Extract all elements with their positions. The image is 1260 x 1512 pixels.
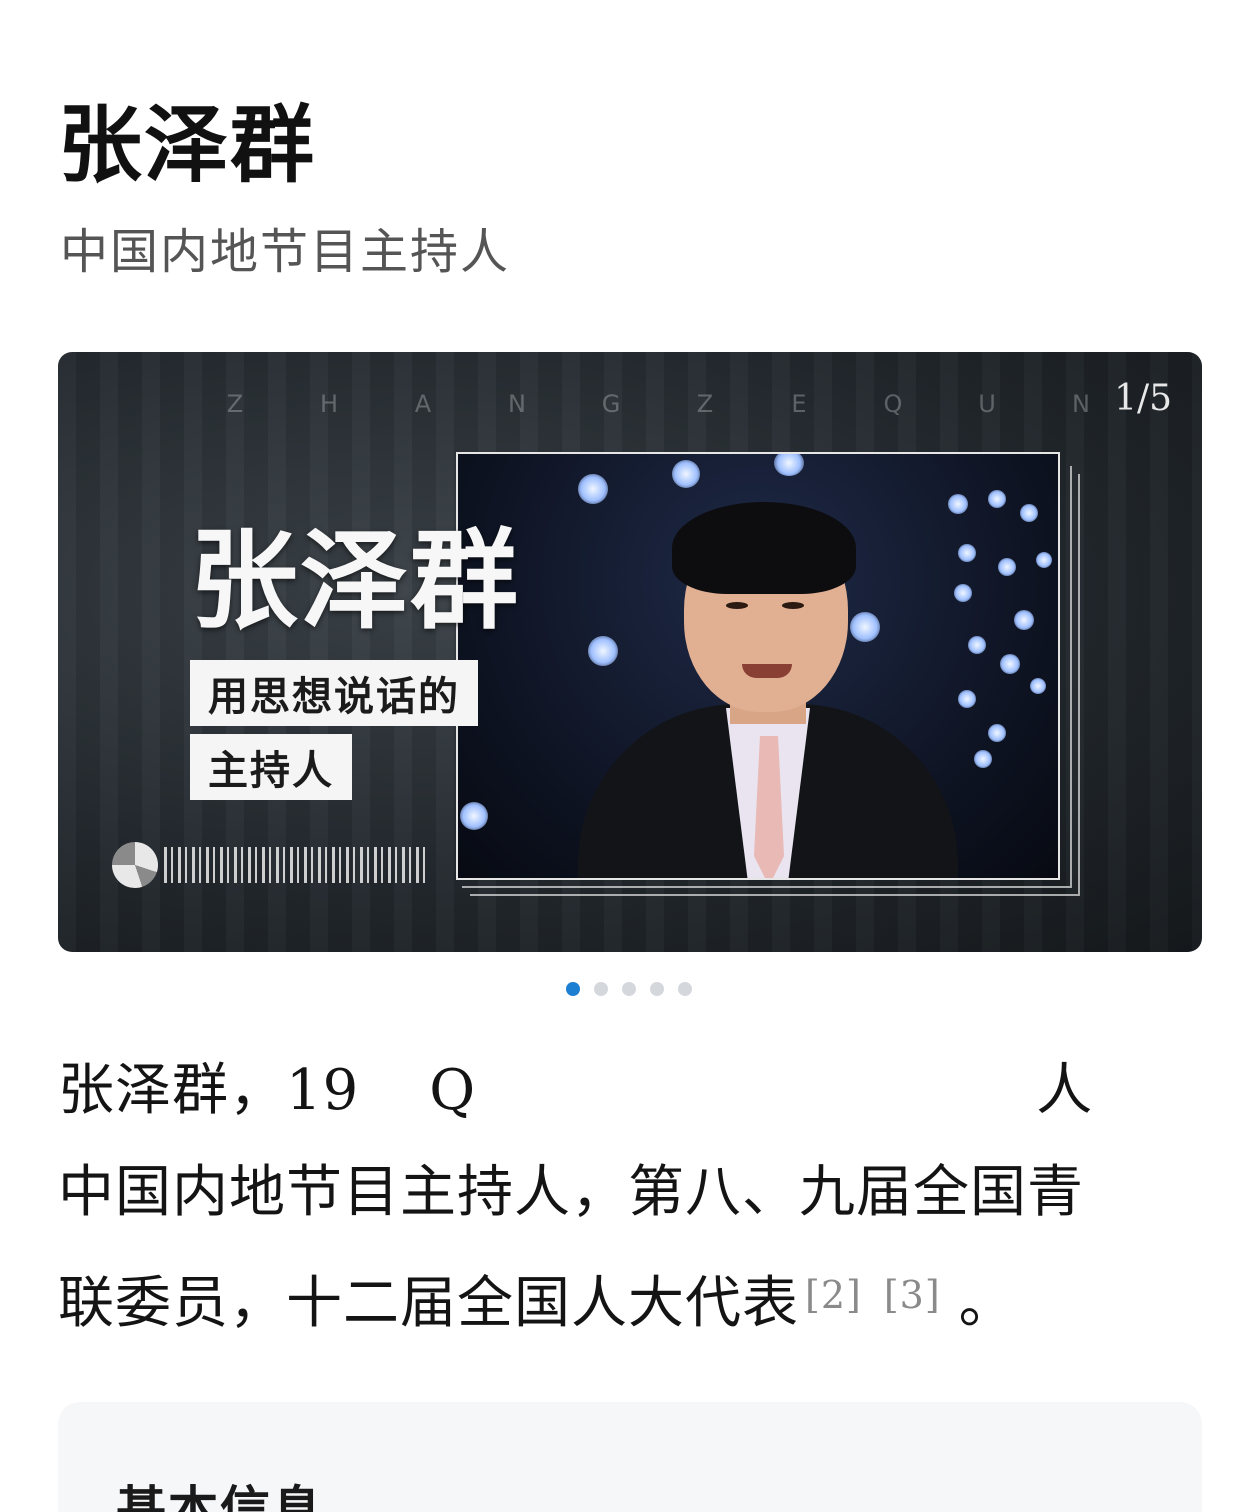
person-eye [726,602,748,609]
logo-icon [112,842,158,888]
citation-link[interactable]: [2] [805,1273,862,1317]
bokeh-light [988,490,1006,508]
carousel-dot[interactable] [594,982,608,996]
banner-name: 张泽群 [190,518,521,644]
pinyin-letter: N [508,390,526,418]
person-hair [672,502,856,594]
bokeh-light [968,636,986,654]
citation-link[interactable]: [3] [884,1273,941,1317]
pinyin-letter: Z [696,390,714,418]
bokeh-light [974,750,992,768]
portrait-photo [456,452,1060,880]
page-subtitle: 中国内地节目主持人 [60,224,511,280]
basic-info-title: 基本信息 [116,1480,324,1512]
basic-info-card: 基本信息 [58,1402,1202,1512]
summary-text: 人 [1036,1058,1094,1123]
person-eye [782,602,804,609]
carousel-dot[interactable] [678,982,692,996]
summary-text: 联委员，十二届全国人大代表 [58,1271,799,1336]
bokeh-light [774,454,804,476]
pinyin-letters: Z H A N G Z E Q U N [188,390,1128,418]
carousel-dot[interactable] [650,982,664,996]
pinyin-letter: Q [883,390,903,418]
summary-text: Q [429,1058,477,1123]
bokeh-light [850,612,880,642]
bokeh-light [460,802,488,830]
pinyin-letter: H [319,390,339,418]
bokeh-light [1014,610,1034,630]
person-mouth [742,664,792,678]
banner-tag-line1: 用思想说话的 [190,660,478,726]
bokeh-light [958,544,976,562]
pinyin-letter: Z [226,390,244,418]
bokeh-light [1030,678,1046,694]
carousel-indicator [566,982,692,996]
carousel-dot[interactable] [622,982,636,996]
bokeh-light [588,636,618,666]
summary-paragraph: 张泽群，19 Q 人 中国内地节目主持人，第八、九届全国青 联委员，十二届全国人大代… [58,1040,1198,1355]
bokeh-light [988,724,1006,742]
bokeh-light [954,584,972,602]
bokeh-light [578,474,608,504]
pinyin-letter: G [601,390,621,418]
channel-logo [112,842,428,888]
bokeh-light [958,690,976,708]
summary-line: 联委员，十二届全国人大代表 [2] [3] 。 [58,1244,1198,1355]
banner-tag-line2: 主持人 [190,734,352,800]
summary-line: 张泽群，19 Q 人 [58,1040,1198,1142]
image-carousel[interactable]: Z H A N G Z E Q U N 1/5 张泽群 用思想说话的 主持人 [58,352,1202,952]
bokeh-light [1036,552,1052,568]
bokeh-light [1020,504,1038,522]
baike-page: 张泽群 中国内地节目主持人 Z H A N G Z E Q U N 1/5 张泽… [0,0,1260,1512]
bokeh-light [948,494,968,514]
summary-text: 张泽群，19 [58,1058,360,1123]
bokeh-light [1000,654,1020,674]
pinyin-letter: E [791,390,807,418]
slide-counter: 1/5 [1114,378,1172,419]
carousel-dot-active[interactable] [566,982,580,996]
bokeh-light [998,558,1016,576]
summary-text: 。 [958,1271,1016,1336]
summary-line: 中国内地节目主持人，第八、九届全国青 [58,1160,1084,1225]
bokeh-light [672,460,700,488]
page-title: 张泽群 [58,95,317,194]
logo-wordmark [164,847,428,883]
pinyin-letter: U [978,390,996,418]
pinyin-letter: A [414,390,432,418]
